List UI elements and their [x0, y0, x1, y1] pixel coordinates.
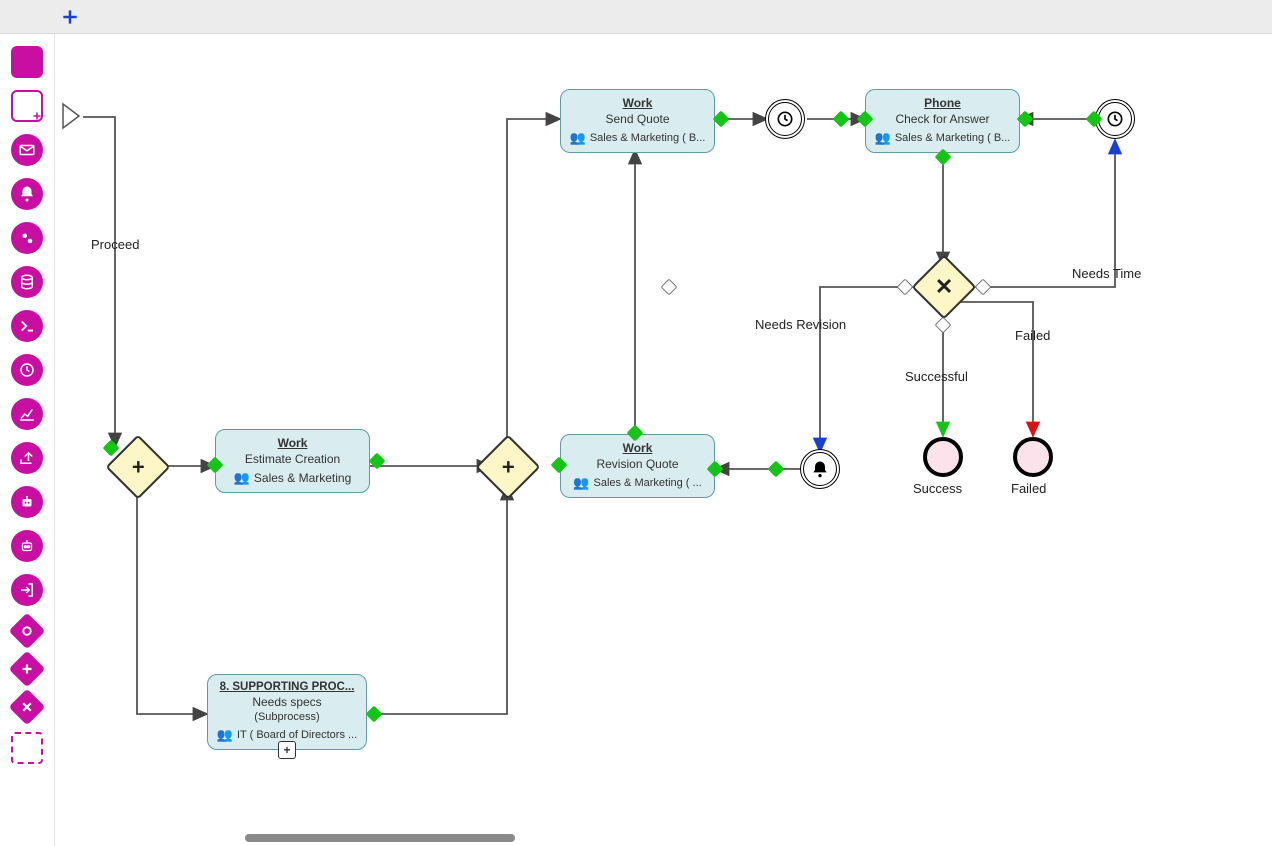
palette-bell-icon[interactable] [11, 178, 43, 210]
end-label: Success [913, 481, 962, 496]
flow-label: Proceed [91, 237, 139, 252]
task-role: 👥Sales & Marketing ( B... [570, 130, 706, 146]
anchor-icon [713, 111, 730, 128]
task-name: Send Quote [605, 112, 669, 126]
palette-gateway-x-icon[interactable] [9, 689, 46, 726]
palette [0, 34, 55, 846]
task-send-quote[interactable]: Work Send Quote 👥Sales & Marketing ( B..… [560, 89, 715, 153]
palette-gears-icon[interactable] [11, 222, 43, 254]
users-three-icon: 👥 [570, 130, 586, 146]
start-event[interactable] [61, 102, 89, 133]
task-name: Needs specs [252, 695, 321, 709]
subprocess-expand-icon[interactable]: + [278, 741, 296, 759]
gateway-exclusive[interactable]: ✕ [911, 254, 976, 319]
anchor-icon [897, 279, 914, 296]
palette-clock-icon[interactable] [11, 354, 43, 386]
palette-selection-icon[interactable] [11, 732, 43, 764]
palette-chart-icon[interactable] [11, 398, 43, 430]
palette-gateway-plus-icon[interactable] [9, 651, 46, 688]
palette-subprocess-icon[interactable] [11, 90, 43, 122]
task-name: Estimate Creation [245, 452, 340, 466]
palette-gateway-circle-icon[interactable] [9, 613, 46, 650]
task-title: Phone [924, 96, 961, 110]
palette-task-icon[interactable] [11, 46, 43, 78]
task-title: Work [623, 96, 653, 110]
users-two-icon: 👥 [234, 470, 250, 486]
gateway-parallel-2[interactable]: + [475, 434, 540, 499]
anchor-icon [369, 453, 386, 470]
task-name: Check for Answer [895, 112, 989, 126]
palette-share-icon[interactable] [11, 442, 43, 474]
task-check-answer[interactable]: Phone Check for Answer 👥Sales & Marketin… [865, 89, 1020, 153]
palette-robot-icon[interactable] [11, 486, 43, 518]
message-event[interactable] [800, 449, 840, 489]
flow-label: Needs Revision [755, 317, 846, 332]
task-subtext: (Subprocess) [254, 711, 319, 723]
diagram[interactable]: + + ✕ Work Estimate Creation 👥Sales & Ma… [55, 34, 1272, 846]
task-role: 👥Sales & Marketing ( ... [573, 475, 701, 491]
task-estimate-creation[interactable]: Work Estimate Creation 👥Sales & Marketin… [215, 429, 370, 493]
users-three-icon: 👥 [573, 475, 589, 491]
palette-terminal-icon[interactable] [11, 310, 43, 342]
task-title: 8. SUPPORTING PROC... [220, 681, 355, 693]
task-revision-quote[interactable]: Work Revision Quote 👥Sales & Marketing (… [560, 434, 715, 498]
palette-mail-icon[interactable] [11, 134, 43, 166]
end-label: Failed [1011, 481, 1046, 496]
palette-robot-outline-icon[interactable] [11, 530, 43, 562]
timer-event-1[interactable] [765, 99, 805, 139]
task-role: 👥Sales & Marketing ( B... [875, 130, 1011, 146]
users-three-icon: 👥 [875, 130, 891, 146]
end-event-failed[interactable] [1013, 437, 1053, 477]
horizontal-scrollbar[interactable] [245, 834, 545, 846]
main-area: + + ✕ Work Estimate Creation 👥Sales & Ma… [0, 34, 1272, 846]
end-event-success[interactable] [923, 437, 963, 477]
anchor-icon [661, 279, 678, 296]
task-title: Work [278, 436, 308, 450]
anchor-icon [833, 111, 850, 128]
task-title: Work [623, 441, 653, 455]
flow-label: Failed [1015, 328, 1050, 343]
palette-database-icon[interactable] [11, 266, 43, 298]
anchor-icon [366, 706, 383, 723]
anchor-icon [768, 461, 785, 478]
users-three-icon: 👥 [217, 727, 233, 743]
flow-label: Needs Time [1072, 266, 1141, 281]
palette-exit-icon[interactable] [11, 574, 43, 606]
task-supporting-subprocess[interactable]: 8. SUPPORTING PROC... Needs specs (Subpr… [207, 674, 367, 750]
task-name: Revision Quote [596, 457, 678, 471]
task-role: 👥Sales & Marketing [234, 470, 352, 486]
canvas[interactable]: + + ✕ Work Estimate Creation 👥Sales & Ma… [55, 34, 1272, 846]
flow-label: Successful [905, 369, 968, 384]
anchor-icon [975, 279, 992, 296]
add-tab-button[interactable] [60, 7, 80, 27]
topbar [0, 0, 1272, 34]
anchor-icon [935, 317, 952, 334]
